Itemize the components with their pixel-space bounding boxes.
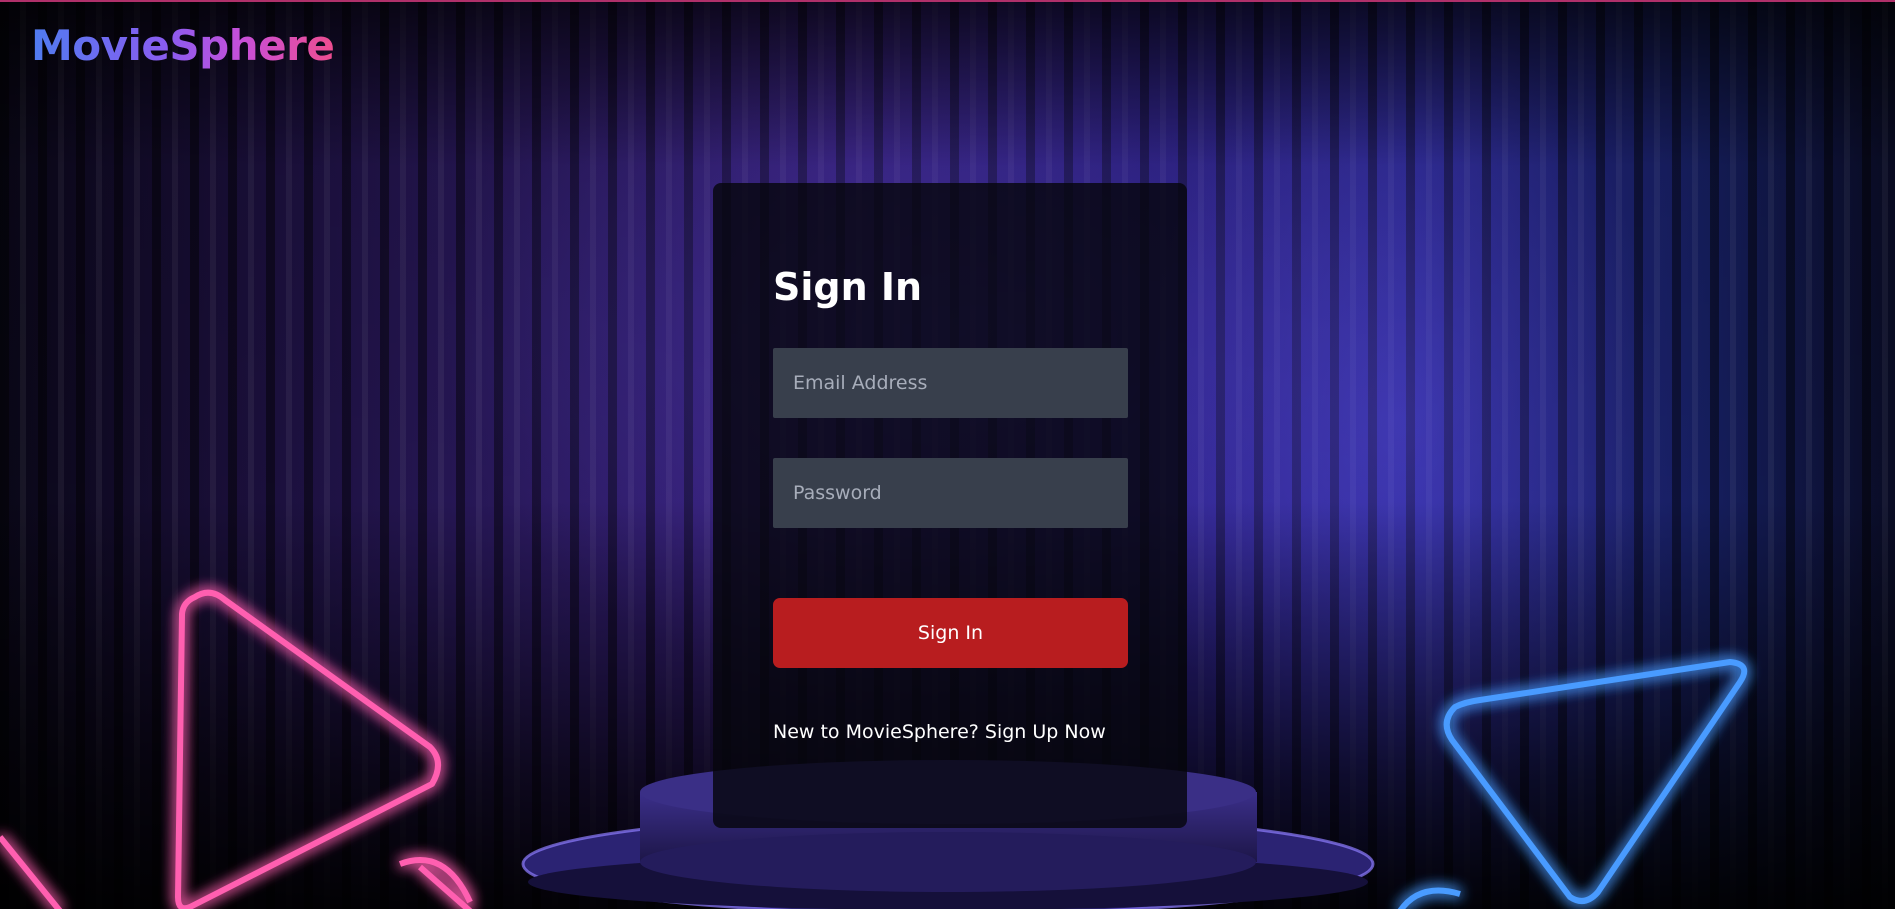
sign-up-prompt-text: New to MovieSphere? bbox=[773, 721, 979, 743]
email-field[interactable] bbox=[773, 348, 1128, 418]
sign-up-link[interactable]: Sign Up Now bbox=[985, 721, 1106, 743]
sign-in-card: Sign In Sign In New to MovieSphere? Sign… bbox=[713, 183, 1187, 828]
password-field[interactable] bbox=[773, 458, 1128, 528]
page-title: Sign In bbox=[773, 265, 923, 309]
brand-logo[interactable]: MovieSphere bbox=[31, 20, 335, 72]
sign-in-button[interactable]: Sign In bbox=[773, 598, 1128, 668]
sign-up-prompt: New to MovieSphere? Sign Up Now bbox=[773, 719, 1106, 745]
page-root: MovieSphere Sign In Sign In New to Movie… bbox=[0, 0, 1895, 909]
